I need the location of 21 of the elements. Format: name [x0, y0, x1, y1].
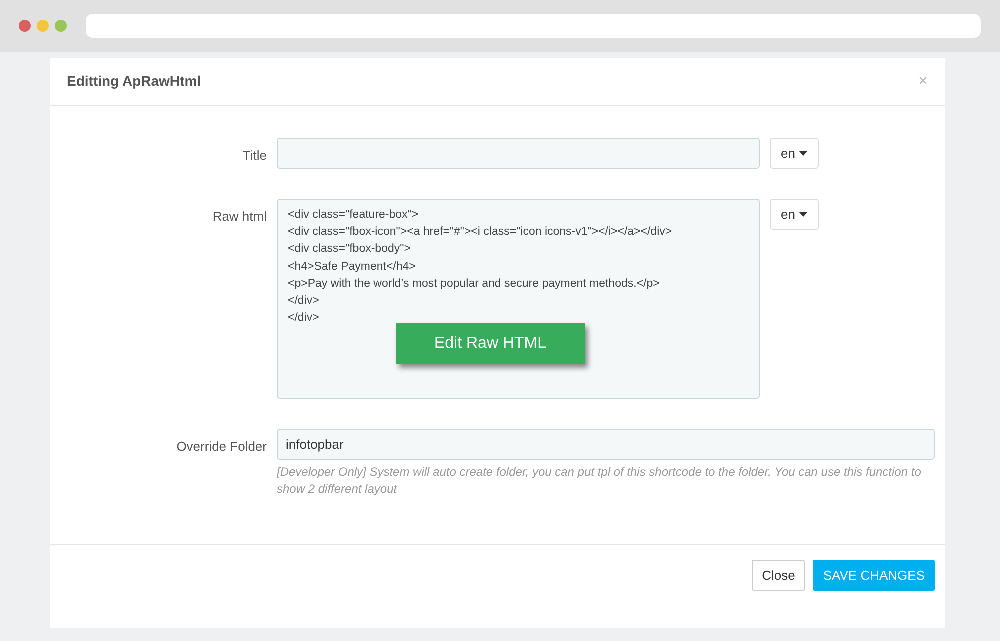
code-area[interactable]	[277, 199, 760, 399]
title-input[interactable]	[277, 138, 760, 169]
language-dropdown[interactable]: en	[770, 199, 820, 230]
field-label: Title	[242, 148, 267, 163]
code-line: <div class="feature-box">	[288, 208, 420, 223]
code-line: <h4>Safe Payment</h4>	[288, 260, 417, 275]
caret-icon	[799, 212, 808, 217]
caret-icon	[799, 151, 808, 156]
window-controls-icon[interactable]	[19, 20, 67, 32]
field-label: Override Folder	[176, 439, 267, 454]
field-label: Raw html	[212, 209, 267, 224]
code-line: </div>	[288, 311, 320, 326]
folder-input[interactable]: infotopbar	[277, 429, 935, 460]
code-line: <p>Pay with the world’s most popular and secure payment methods.</p>	[288, 276, 661, 292]
help-text: [Developer Only] System will auto create folder, you can put tpl of this shortcode to the folder. You can use this function to show 2 different layout	[277, 464, 922, 498]
code-line: <div class="fbox-icon"><a href="#"><i class="icon icons-v1"></i></a></div>	[288, 225, 674, 240]
close-button[interactable]: Close	[752, 560, 806, 591]
language-dropdown[interactable]: en	[770, 138, 820, 169]
modal-title: Editting ApRawHtml	[67, 72, 202, 91]
code-line: <div class="fbox-body">	[288, 242, 412, 258]
code-line: </div>	[288, 294, 320, 310]
